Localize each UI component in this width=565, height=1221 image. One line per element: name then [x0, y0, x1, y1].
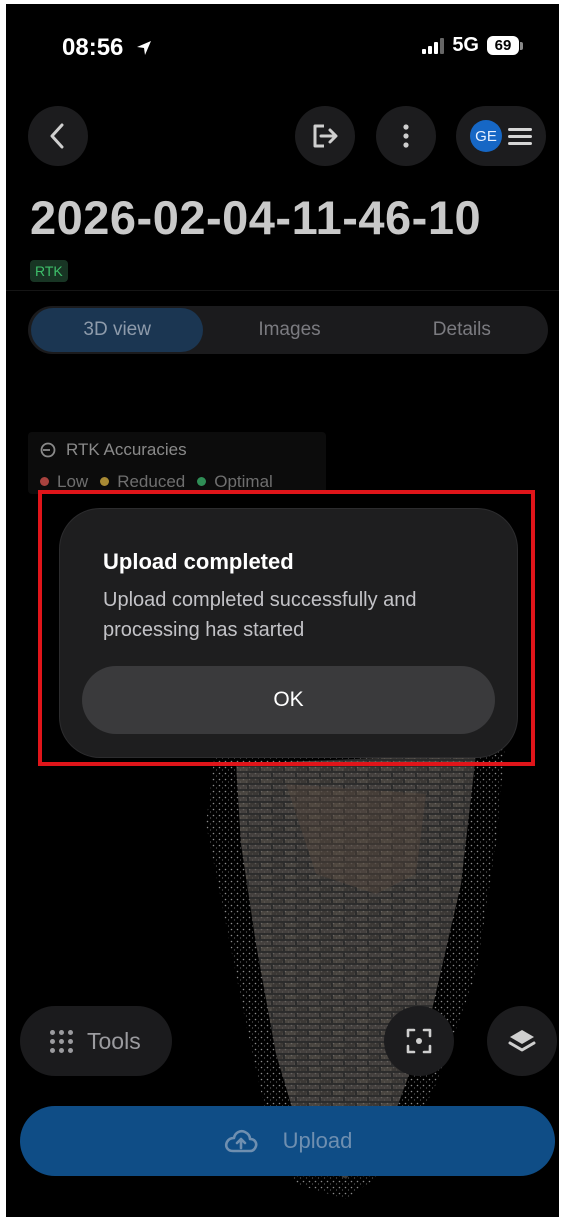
- tab-3d-view[interactable]: 3D view: [31, 308, 204, 352]
- dialog-highlight-box: [38, 490, 535, 766]
- tab-details[interactable]: Details: [376, 308, 548, 352]
- hamburger-icon: [508, 127, 532, 145]
- battery-icon: 69: [487, 36, 523, 55]
- layers-button[interactable]: [487, 1006, 557, 1076]
- cloud-upload-icon: [224, 1129, 258, 1153]
- legend-dot-optimal: [197, 477, 207, 486]
- status-indicators: 5G 69: [422, 34, 523, 57]
- legend-item-low: Low: [40, 472, 88, 492]
- focus-button[interactable]: [384, 1006, 454, 1076]
- chevron-left-icon: [50, 123, 64, 149]
- grid-dots-icon: [50, 1029, 73, 1053]
- rtk-badge: RTK: [30, 260, 68, 282]
- more-options-button[interactable]: [376, 106, 436, 166]
- legend-items: Low Reduced Optimal: [40, 472, 273, 492]
- status-time: 08:56: [62, 34, 152, 62]
- view-tabs: 3D view Images Details: [28, 306, 548, 354]
- more-vertical-icon: [403, 124, 409, 148]
- network-type: 5G: [452, 34, 479, 56]
- rtk-accuracy-icon: [40, 442, 56, 458]
- avatar: GE: [470, 120, 502, 152]
- legend-title: RTK Accuracies: [40, 440, 187, 460]
- header-divider: [6, 290, 559, 291]
- tab-images[interactable]: Images: [203, 308, 375, 352]
- rtk-legend: RTK Accuracies Low Reduced Optimal: [28, 432, 326, 494]
- export-button[interactable]: [295, 106, 355, 166]
- tools-label: Tools: [87, 1027, 141, 1054]
- signal-bars-icon: [422, 37, 445, 54]
- upload-button[interactable]: Upload: [20, 1106, 555, 1176]
- app-screen: 08:56 5G 69 GE 2026-02-04-11-46-10 RTK 3…: [6, 4, 559, 1217]
- layers-icon: [508, 1030, 536, 1052]
- legend-item-optimal: Optimal: [197, 472, 273, 492]
- upload-label: Upload: [282, 1128, 353, 1153]
- legend-dot-low: [40, 477, 49, 486]
- account-menu-button[interactable]: GE: [456, 106, 546, 166]
- legend-item-reduced: Reduced: [100, 472, 185, 492]
- battery-level: 69: [487, 36, 519, 55]
- legend-dot-reduced: [100, 477, 110, 486]
- focus-frame-icon: [406, 1028, 432, 1054]
- page-title: 2026-02-04-11-46-10: [30, 191, 482, 244]
- export-icon: [313, 124, 338, 148]
- back-button[interactable]: [28, 106, 88, 166]
- legend-title-text: RTK Accuracies: [66, 440, 187, 459]
- tools-button[interactable]: Tools: [20, 1006, 172, 1076]
- status-time-text: 08:56: [62, 34, 124, 61]
- location-arrow-icon: [137, 41, 152, 55]
